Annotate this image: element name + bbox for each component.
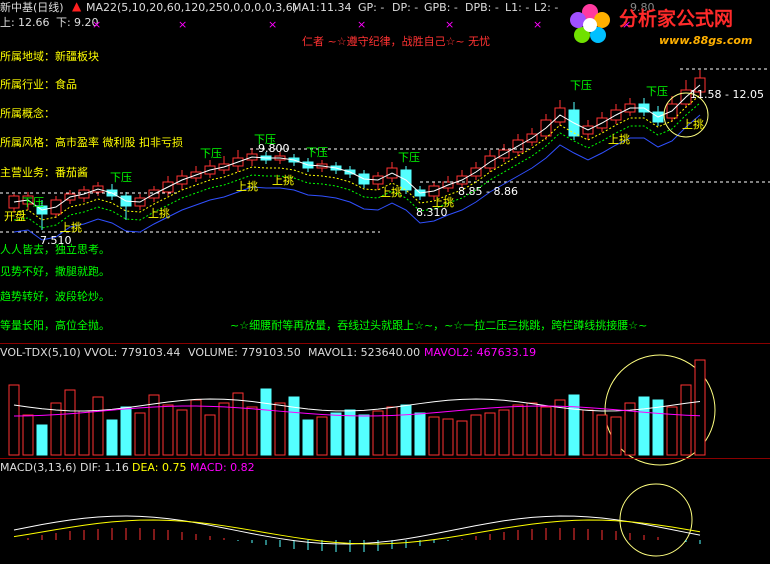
volume-bar bbox=[344, 409, 356, 456]
macd-dif: DIF: 1.16 bbox=[80, 461, 129, 474]
volume-bar bbox=[596, 414, 608, 456]
volume-bar bbox=[246, 406, 258, 456]
first-label: 开盘 bbox=[4, 210, 26, 223]
volume-bar bbox=[386, 406, 398, 456]
signal-up: 上挑 bbox=[682, 118, 704, 131]
volume-bar bbox=[512, 404, 524, 456]
volume-bar bbox=[176, 409, 188, 456]
stock-chart-window: 新中基(日线) ▲ MA22(5,10,20,60,120,250,0,0,0,… bbox=[0, 0, 770, 564]
volume-bar bbox=[218, 402, 230, 456]
volume-bar bbox=[582, 409, 594, 456]
signal-down: 下压 bbox=[646, 85, 668, 98]
volume-bar bbox=[652, 399, 664, 456]
volume-bar bbox=[36, 424, 48, 456]
volume-bar bbox=[316, 416, 328, 456]
ma-line-yellow bbox=[13, 94, 701, 221]
volume-bar bbox=[120, 406, 132, 456]
volume-bar bbox=[568, 394, 580, 456]
volume-bar bbox=[22, 414, 34, 456]
signal-up: 上挑 bbox=[236, 180, 258, 193]
volume-bar bbox=[204, 414, 216, 456]
dea-line bbox=[13, 519, 701, 545]
signal-down: 下压 bbox=[254, 133, 276, 146]
volume-bar bbox=[330, 412, 342, 456]
signal-up: 上挑 bbox=[380, 186, 402, 199]
highlight-circle bbox=[619, 483, 693, 557]
volume-bar bbox=[232, 392, 244, 456]
volume-bar bbox=[162, 404, 174, 456]
macd-macd: MACD: 0.82 bbox=[190, 461, 255, 474]
panel-divider bbox=[0, 458, 770, 459]
mavol-line-white bbox=[13, 398, 701, 412]
volume-bar bbox=[358, 414, 370, 456]
macd-dea: DEA: 0.75 bbox=[132, 461, 187, 474]
volume-bar bbox=[288, 396, 300, 456]
panel-divider bbox=[0, 343, 770, 344]
volume-bar bbox=[302, 419, 314, 456]
signal-down: 下压 bbox=[200, 147, 222, 160]
price-low: 7.510 bbox=[40, 234, 72, 247]
volume-bar bbox=[638, 396, 650, 456]
volume-bar bbox=[106, 419, 118, 456]
price-range-2: 11.58 - 12.05 bbox=[690, 88, 764, 101]
volume-bar bbox=[540, 406, 552, 456]
vol-mavol2: MAVOL2: 467633.19 bbox=[424, 346, 537, 359]
vol-volume: VOLUME: 779103.50 bbox=[188, 346, 301, 359]
signal-down: 下压 bbox=[306, 146, 328, 159]
volume-bar bbox=[78, 410, 90, 456]
volume-bar bbox=[260, 388, 272, 456]
volume-bar bbox=[694, 359, 706, 456]
macd-title: MACD(3,13,6) bbox=[0, 461, 77, 474]
volume-bar bbox=[134, 412, 146, 456]
volume-bar bbox=[442, 418, 454, 456]
signal-up: 上挑 bbox=[148, 207, 170, 220]
volume-bar bbox=[92, 396, 104, 456]
volume-bar bbox=[610, 416, 622, 456]
volume-bar bbox=[8, 384, 20, 456]
volume-bar bbox=[498, 409, 510, 456]
vol-title: VOL-TDX(5,10) bbox=[0, 346, 81, 359]
vol-mavol1: MAVOL1: 523640.00 bbox=[308, 346, 421, 359]
volume-bar bbox=[526, 402, 538, 456]
volume-bar bbox=[400, 404, 412, 456]
signal-up: 上挑 bbox=[608, 133, 630, 146]
volume-bar bbox=[484, 412, 496, 456]
signal-down: 下压 bbox=[398, 151, 420, 164]
vol-vvol: VVOL: 779103.44 bbox=[84, 346, 181, 359]
volume-bar bbox=[64, 389, 76, 456]
price-range-1: 8.85 - 8.86 bbox=[458, 185, 518, 198]
signal-up: 上挑 bbox=[272, 174, 294, 187]
signal-up: 上挑 bbox=[60, 221, 82, 234]
signal-up: 上挑 bbox=[432, 196, 454, 209]
signal-down: 下压 bbox=[570, 79, 592, 92]
volume-bar bbox=[372, 410, 384, 456]
signal-down: 下压 bbox=[22, 196, 44, 209]
volume-bar bbox=[470, 414, 482, 456]
volume-bar bbox=[50, 402, 62, 456]
volume-bar bbox=[428, 416, 440, 456]
volume-bar bbox=[456, 420, 468, 456]
volume-bar bbox=[190, 399, 202, 456]
signal-down: 下压 bbox=[110, 171, 132, 184]
volume-bar bbox=[680, 384, 692, 456]
volume-bar bbox=[414, 412, 426, 456]
